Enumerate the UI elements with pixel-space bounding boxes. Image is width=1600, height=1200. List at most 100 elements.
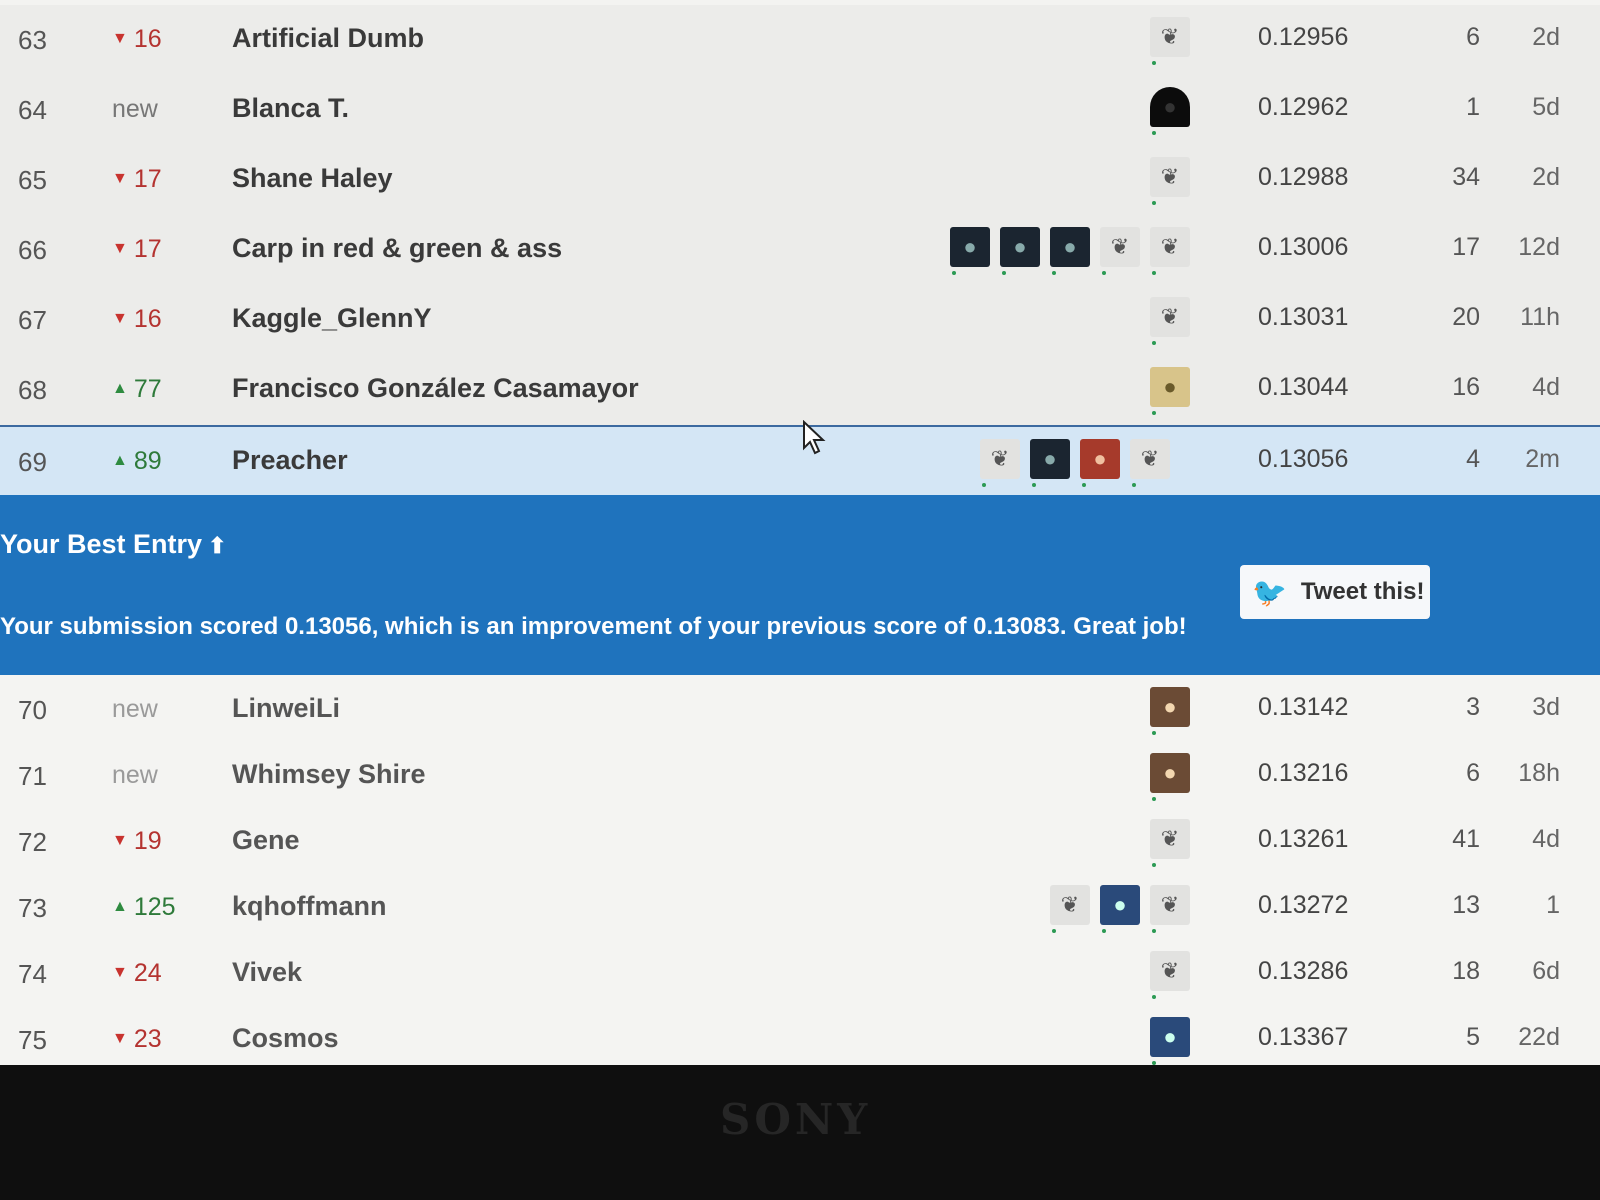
rank-change: ▼ 17 bbox=[112, 165, 162, 193]
last-submission: 18h bbox=[1518, 759, 1560, 787]
team-name[interactable]: Vivek bbox=[232, 957, 302, 988]
rank-change: ▲ 89 bbox=[112, 447, 162, 475]
table-row[interactable]: 73 ▲ 125 kqhoffmann ❦ ● ❦ 0.13272 13 1 bbox=[0, 873, 1600, 943]
rank-change: ▼ 23 bbox=[112, 1025, 162, 1053]
entries: 1 bbox=[1466, 93, 1480, 121]
last-submission: 1 bbox=[1546, 891, 1560, 919]
rank: 66 bbox=[18, 235, 47, 265]
rank-change: ▼ 17 bbox=[112, 235, 162, 263]
rank: 74 bbox=[18, 959, 47, 989]
last-submission: 3d bbox=[1532, 693, 1560, 721]
avatar[interactable]: ● bbox=[950, 227, 990, 275]
score: 0.13286 bbox=[1258, 957, 1349, 985]
table-row[interactable]: 65 ▼ 17 Shane Haley ❦ 0.12988 34 2d bbox=[0, 145, 1600, 216]
team-name[interactable]: kqhoffmann bbox=[232, 891, 387, 922]
table-row-highlighted[interactable]: 69 ▲ 89 Preacher ❦ ● ● ❦ 0.13056 4 2m bbox=[0, 425, 1600, 498]
rank: 68 bbox=[18, 375, 47, 405]
bird-avatar-icon[interactable]: ❦ bbox=[1150, 297, 1190, 345]
score: 0.13044 bbox=[1258, 373, 1349, 401]
rank: 75 bbox=[18, 1025, 47, 1055]
avatar[interactable]: ● bbox=[1000, 227, 1040, 275]
team-name[interactable]: Cosmos bbox=[232, 1023, 339, 1054]
rank-change: new bbox=[112, 695, 158, 723]
rank: 72 bbox=[18, 827, 47, 857]
arrow-down-icon: ▼ bbox=[112, 310, 128, 327]
table-row[interactable]: 64 new Blanca T. ● 0.12962 1 5d bbox=[0, 75, 1600, 146]
avatar[interactable]: ● bbox=[1080, 439, 1120, 487]
bird-avatar-icon[interactable]: ❦ bbox=[1150, 227, 1190, 275]
table-row[interactable]: 68 ▲ 77 Francisco González Casamayor ● 0.… bbox=[0, 355, 1600, 426]
score: 0.13272 bbox=[1258, 891, 1349, 919]
team-name[interactable]: Gene bbox=[232, 825, 300, 856]
bird-avatar-icon[interactable]: ❦ bbox=[1130, 439, 1170, 487]
best-entry-title: Your Best Entry ⬆ bbox=[0, 529, 227, 559]
score: 0.12956 bbox=[1258, 23, 1349, 51]
table-row[interactable]: 63 ▼ 16 Artificial Dumb ❦ 0.12956 6 2d bbox=[0, 5, 1600, 76]
score: 0.13216 bbox=[1258, 759, 1349, 787]
score: 0.12988 bbox=[1258, 163, 1349, 191]
last-submission: 2d bbox=[1532, 23, 1560, 51]
last-submission: 11h bbox=[1520, 303, 1560, 331]
avatar[interactable]: ● bbox=[1150, 1017, 1190, 1065]
avatar[interactable]: ● bbox=[1100, 885, 1140, 933]
avatar[interactable]: ● bbox=[1150, 753, 1190, 801]
team-name[interactable]: LinweiLi bbox=[232, 693, 340, 724]
rank: 64 bbox=[18, 95, 47, 125]
arrow-down-icon: ▼ bbox=[112, 240, 128, 257]
team-name[interactable]: Whimsey Shire bbox=[232, 759, 426, 790]
avatar[interactable]: ● bbox=[1150, 87, 1190, 135]
bird-avatar-icon[interactable]: ❦ bbox=[980, 439, 1020, 487]
rank: 67 bbox=[18, 305, 47, 335]
bird-avatar-icon[interactable]: ❦ bbox=[1150, 157, 1190, 205]
score: 0.13056 bbox=[1258, 445, 1349, 473]
score: 0.13367 bbox=[1258, 1023, 1349, 1051]
rank-change: ▼ 16 bbox=[112, 305, 162, 333]
team-name[interactable]: Shane Haley bbox=[232, 163, 393, 194]
table-row[interactable]: 71 new Whimsey Shire ● 0.13216 6 18h bbox=[0, 741, 1600, 811]
entries: 20 bbox=[1452, 303, 1480, 331]
monitor-logo: SONY bbox=[720, 1095, 872, 1144]
rank-change: ▼ 24 bbox=[112, 959, 162, 987]
avatar[interactable]: ● bbox=[1150, 367, 1190, 415]
rank-change: ▲ 77 bbox=[112, 375, 162, 403]
score: 0.13031 bbox=[1258, 303, 1349, 331]
team-name[interactable]: Preacher bbox=[232, 445, 348, 476]
table-row[interactable]: 67 ▼ 16 Kaggle_GlennY ❦ 0.13031 20 11h bbox=[0, 285, 1600, 356]
bird-avatar-icon[interactable]: ❦ bbox=[1050, 885, 1090, 933]
avatar[interactable]: ● bbox=[1030, 439, 1070, 487]
bird-avatar-icon[interactable]: ❦ bbox=[1150, 951, 1190, 999]
entries: 18 bbox=[1452, 957, 1480, 985]
entries: 13 bbox=[1452, 891, 1480, 919]
bird-avatar-icon[interactable]: ❦ bbox=[1150, 819, 1190, 867]
mouse-cursor-icon bbox=[803, 420, 826, 455]
score: 0.13006 bbox=[1258, 233, 1349, 261]
table-row[interactable]: 72 ▼ 19 Gene ❦ 0.13261 41 4d bbox=[0, 807, 1600, 877]
bird-avatar-icon[interactable]: ❦ bbox=[1100, 227, 1140, 275]
team-name[interactable]: Francisco González Casamayor bbox=[232, 373, 639, 404]
avatar[interactable]: ● bbox=[1050, 227, 1090, 275]
best-entry-banner: Your Best Entry ⬆ Your submission scored … bbox=[0, 495, 1600, 675]
table-row[interactable]: 74 ▼ 24 Vivek ❦ 0.13286 18 6d bbox=[0, 939, 1600, 1009]
last-submission: 2d bbox=[1532, 163, 1560, 191]
team-name[interactable]: Carp in red & green & ass bbox=[232, 233, 562, 264]
table-row[interactable]: 66 ▼ 17 Carp in red & green & ass ● ● ● ❦ ❦ 0… bbox=[0, 215, 1600, 286]
arrow-down-icon: ▼ bbox=[112, 964, 128, 981]
rank: 65 bbox=[18, 165, 47, 195]
last-submission: 12d bbox=[1518, 233, 1560, 261]
team-name[interactable]: Artificial Dumb bbox=[232, 23, 424, 54]
table-row[interactable]: 75 ▼ 23 Cosmos ● 0.13367 5 22d bbox=[0, 1005, 1600, 1065]
tweet-button[interactable]: 🐦 Tweet this! bbox=[1240, 565, 1430, 619]
arrow-up-icon: ⬆ bbox=[208, 533, 227, 558]
team-name[interactable]: Blanca T. bbox=[232, 93, 349, 124]
rank: 70 bbox=[18, 695, 47, 725]
last-submission: 4d bbox=[1532, 373, 1560, 401]
rank-change: new bbox=[112, 761, 158, 789]
bird-avatar-icon[interactable]: ❦ bbox=[1150, 17, 1190, 65]
bird-avatar-icon[interactable]: ❦ bbox=[1150, 885, 1190, 933]
team-name[interactable]: Kaggle_GlennY bbox=[232, 303, 432, 334]
entries: 16 bbox=[1452, 373, 1480, 401]
arrow-down-icon: ▼ bbox=[112, 30, 128, 47]
table-row[interactable]: 70 new LinweiLi ● 0.13142 3 3d bbox=[0, 675, 1600, 745]
avatar[interactable]: ● bbox=[1150, 687, 1190, 735]
last-submission: 5d bbox=[1532, 93, 1560, 121]
